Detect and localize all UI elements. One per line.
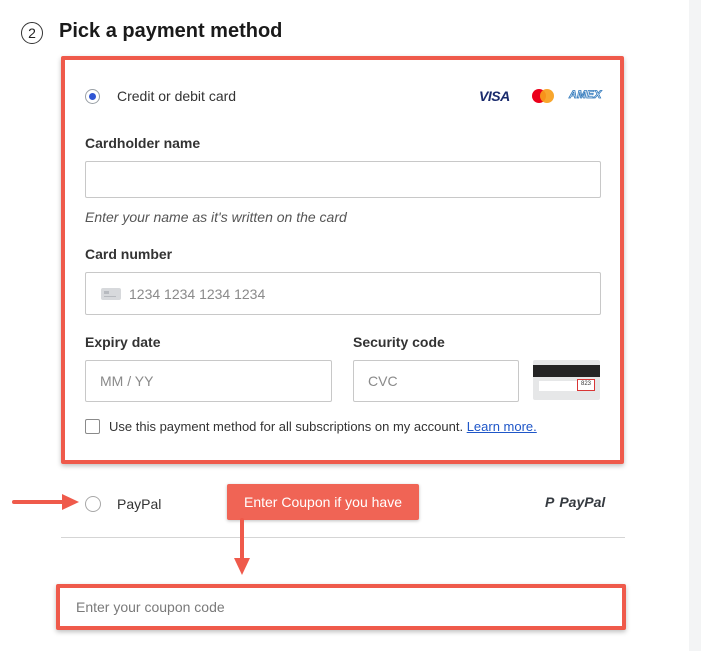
expiry-date-input[interactable]: [85, 360, 332, 402]
save-for-all-subscriptions-checkbox[interactable]: [85, 419, 100, 434]
paypal-p-icon: P: [545, 494, 555, 510]
save-for-all-subscriptions-text: Use this payment method for all subscrip…: [109, 419, 464, 434]
save-for-all-subscriptions-label: Use this payment method for all subscrip…: [109, 419, 537, 434]
coupon-code-input[interactable]: [64, 592, 618, 622]
arrow-to-coupon-icon: [234, 518, 250, 575]
paypal-logo-icon: P PayPal: [545, 494, 605, 510]
page-title: Pick a payment method: [59, 20, 283, 42]
expiry-date-label: Expiry date: [85, 334, 161, 350]
paypal-method-label[interactable]: PayPal: [117, 496, 161, 512]
arrow-to-paypal-icon: [12, 494, 79, 510]
cardholder-name-hint: Enter your name as it's written on the c…: [85, 209, 347, 225]
security-code-input[interactable]: [353, 360, 519, 402]
security-code-label: Security code: [353, 334, 445, 350]
card-method-label[interactable]: Credit or debit card: [117, 88, 236, 104]
visa-logo-icon: VISA: [479, 88, 510, 104]
card-back-cvc-icon: 823: [533, 360, 600, 400]
coupon-highlight-frame: [56, 584, 626, 630]
card-method-radio[interactable]: [85, 89, 100, 104]
amex-logo-icon: AMEX: [569, 89, 602, 102]
paypal-logo-text: PayPal: [559, 494, 606, 510]
right-rail: [689, 0, 701, 651]
paypal-method-radio[interactable]: [85, 496, 101, 512]
cardholder-name-input[interactable]: [85, 161, 601, 198]
learn-more-link[interactable]: Learn more.: [467, 419, 537, 434]
coupon-callout-annotation: Enter Coupon if you have: [227, 484, 419, 520]
section-divider: [61, 537, 625, 538]
card-number-input[interactable]: [85, 272, 601, 315]
mastercard-logo-icon: [532, 89, 554, 103]
cvc-sample-code: 823: [577, 379, 595, 391]
step-number-badge: 2: [21, 22, 43, 44]
cardholder-name-label: Cardholder name: [85, 135, 201, 151]
credit-card-icon: [101, 288, 121, 300]
card-number-label: Card number: [85, 246, 173, 262]
